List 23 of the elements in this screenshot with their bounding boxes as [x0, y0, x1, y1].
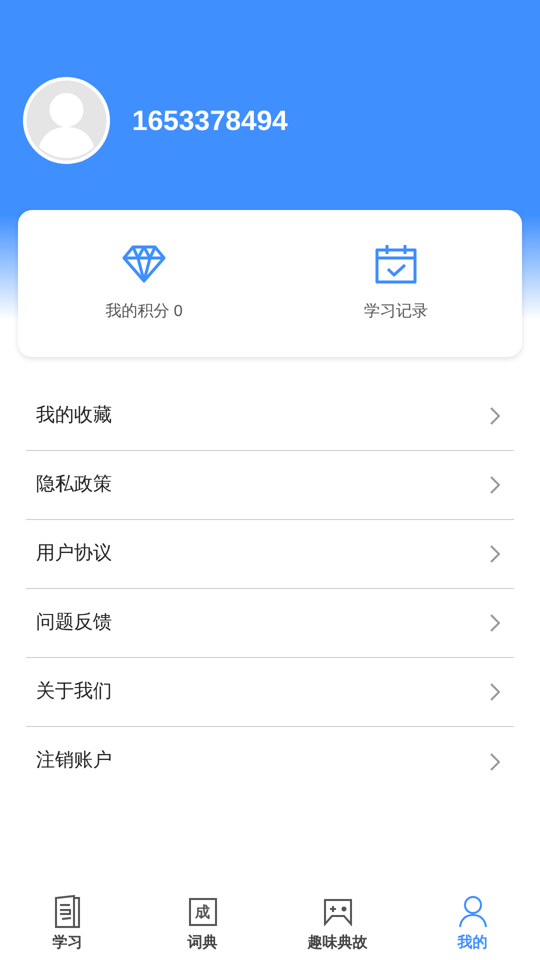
menu-item[interactable]: 注销账户 — [26, 727, 514, 796]
menu-item[interactable]: 用户协议 — [26, 520, 514, 589]
chevron-right-icon — [490, 683, 500, 701]
person-icon — [458, 896, 488, 928]
nav-tab[interactable]: 趣味典故 — [270, 894, 405, 960]
study-history-button[interactable]: 学习记录 — [270, 210, 522, 357]
menu-item[interactable]: 我的收藏 — [26, 382, 514, 451]
chevron-right-icon — [490, 407, 500, 425]
diamond-icon — [122, 244, 166, 284]
menu-item[interactable]: 关于我们 — [26, 658, 514, 727]
points-button[interactable]: 我的积分 0 — [18, 210, 270, 357]
menu-item[interactable]: 隐私政策 — [26, 451, 514, 520]
chevron-right-icon — [490, 545, 500, 563]
chevron-right-icon — [490, 614, 500, 632]
book-icon — [54, 895, 82, 929]
chevron-right-icon — [490, 752, 500, 770]
user-id: 1653378494 — [132, 104, 288, 138]
chevron-right-icon — [490, 476, 500, 494]
menu-item[interactable]: 问题反馈 — [26, 589, 514, 658]
nav-tab[interactable]: 成 词典 — [135, 894, 270, 960]
nav-tab[interactable]: 学习 — [0, 894, 135, 960]
dictionary-icon: 成 — [188, 898, 216, 926]
calendar-check-icon — [374, 244, 418, 284]
